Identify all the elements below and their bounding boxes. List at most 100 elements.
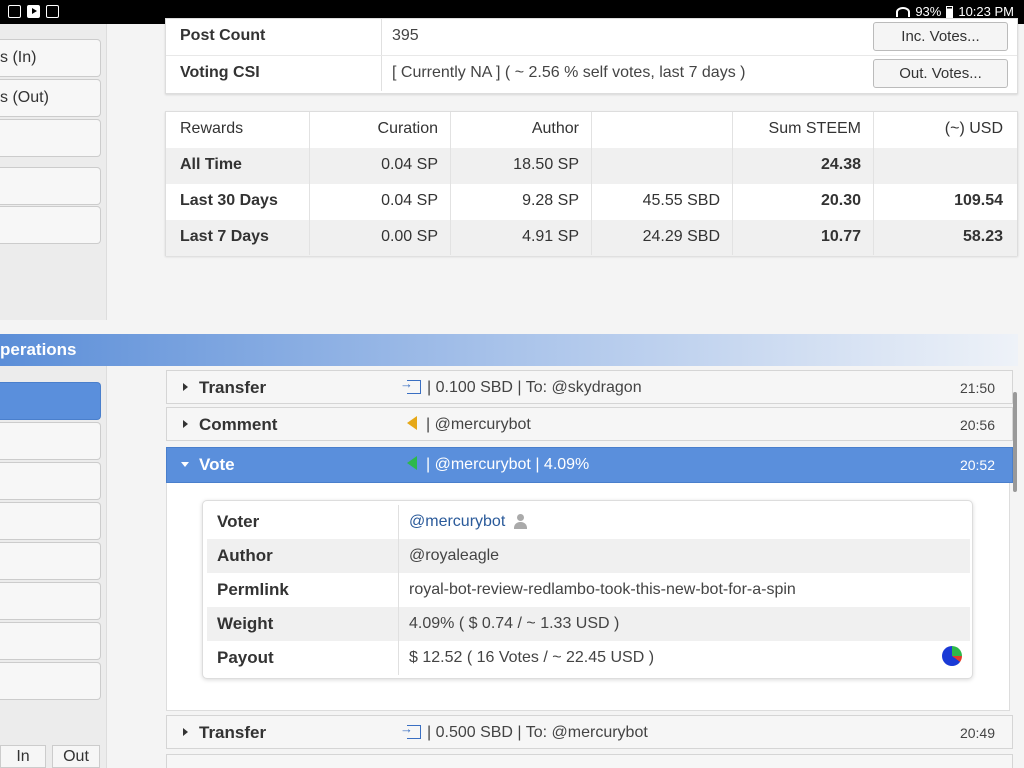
sidebar-filter-item[interactable] — [0, 582, 101, 620]
row-curation: 0.04 SP — [381, 156, 438, 173]
voter-link[interactable]: @mercurybot — [409, 513, 505, 530]
operation-desc: | 0.100 SBD | To: @skydragon — [400, 376, 642, 397]
operation-type: Transfer — [199, 723, 267, 742]
header-rewards: Rewards — [180, 120, 244, 137]
vote-icon — [407, 456, 417, 470]
voting-csi-value: [ Currently NA ] ( ~ 2.56 % self votes, … — [392, 64, 746, 81]
sidebar-filter-item[interactable] — [0, 502, 101, 540]
out-votes-button[interactable]: Out. Votes... — [873, 59, 1008, 88]
vote-detail-card: Voter @mercurybot Author @royaleagle Per… — [202, 500, 973, 679]
sidebar-item-label: s (Out) — [0, 89, 49, 106]
operation-row-partial[interactable] — [166, 754, 1013, 768]
operation-type: Vote — [199, 455, 235, 474]
sidebar-item[interactable] — [0, 167, 101, 205]
row-sbd: 24.29 SBD — [642, 228, 720, 245]
sidebar-item-in[interactable]: s (In) — [0, 39, 101, 77]
rewards-table: Rewards Curation Author Sum STEEM (~) US… — [165, 111, 1018, 256]
author-link[interactable]: @royaleagle — [409, 547, 499, 565]
operations-section-header: perations — [0, 334, 1018, 366]
operation-row-comment[interactable]: Comment | @mercurybot 20:56 — [166, 407, 1013, 441]
header-usd: (~) USD — [944, 120, 1003, 137]
weight-value: 4.09% ( $ 0.74 / ~ 1.33 USD ) — [409, 615, 620, 632]
weight-label: Weight — [217, 614, 274, 633]
detail-row-permlink: Permlink royal-bot-review-redlambo-took-… — [207, 573, 970, 607]
chevron-right-icon — [183, 728, 188, 736]
operation-desc: | @mercurybot | 4.09% — [407, 456, 589, 474]
detail-row-weight: Weight 4.09% ( $ 0.74 / ~ 1.33 USD ) — [207, 607, 970, 641]
header-sum-steem: Sum STEEM — [768, 120, 861, 137]
transfer-icon — [400, 721, 421, 739]
payout-value: $ 12.52 ( 16 Votes / ~ 22.45 USD ) — [409, 649, 655, 666]
sidebar-filter-item[interactable] — [0, 622, 101, 660]
youtube-icon — [27, 5, 40, 18]
row-label: All Time — [180, 156, 242, 173]
sidebar-filter-item[interactable] — [0, 662, 101, 700]
sidebar-item-out[interactable]: s (Out) — [0, 79, 101, 117]
row-sbd: 45.55 SBD — [642, 192, 720, 209]
operation-time: 20:49 — [959, 725, 995, 741]
permlink-link[interactable]: royal-bot-review-redlambo-took-this-new-… — [409, 581, 796, 599]
row-usd: 58.23 — [962, 228, 1003, 245]
battery-icon — [946, 5, 954, 18]
row-usd: 109.54 — [954, 192, 1003, 209]
author-label: Author — [217, 546, 273, 565]
tab-in[interactable]: In — [0, 745, 46, 768]
row-label: Last 7 Days — [180, 228, 269, 245]
permlink-label: Permlink — [217, 580, 289, 599]
voter-label: Voter — [217, 512, 260, 531]
comment-icon — [407, 416, 417, 430]
sidebar-filter-item[interactable] — [0, 462, 101, 500]
row-author: 9.28 SP — [522, 192, 579, 209]
operation-time: 21:50 — [959, 380, 995, 396]
row-sum: 20.30 — [820, 192, 861, 209]
chevron-right-icon — [183, 420, 188, 428]
post-count-label: Post Count — [180, 27, 266, 44]
sidebar-item-label: s (In) — [0, 49, 37, 66]
row-sum: 10.77 — [820, 228, 861, 245]
payout-label: Payout — [217, 648, 274, 667]
operation-row-vote[interactable]: Vote | @mercurybot | 4.09% 20:52 — [166, 447, 1013, 483]
row-curation: 0.04 SP — [381, 192, 438, 209]
account-info-card: Post Count 395 Inc. Votes... Voting CSI … — [165, 18, 1018, 94]
operation-time: 20:56 — [959, 417, 995, 433]
sidebar-top: s (In) s (Out) — [0, 24, 107, 320]
operation-row-transfer[interactable]: Transfer | 0.500 SBD | To: @mercurybot 2… — [166, 715, 1013, 749]
header-curation: Curation — [377, 120, 438, 137]
transfer-icon — [400, 376, 421, 394]
section-title: perations — [0, 340, 77, 359]
person-icon[interactable] — [513, 514, 528, 529]
scrollbar[interactable] — [1013, 392, 1017, 492]
operation-row-transfer[interactable]: Transfer | 0.100 SBD | To: @skydragon 21… — [166, 370, 1013, 404]
operation-time: 20:52 — [959, 457, 995, 473]
inc-votes-button[interactable]: Inc. Votes... — [873, 22, 1008, 51]
chevron-right-icon — [183, 383, 188, 391]
chevron-down-icon — [181, 462, 189, 467]
row-curation: 0.00 SP — [381, 228, 438, 245]
sidebar-filter-item[interactable] — [0, 382, 101, 420]
detail-row-author: Author @royaleagle — [207, 539, 970, 573]
voting-csi-row: Voting CSI [ Currently NA ] ( ~ 2.56 % s… — [166, 55, 1017, 91]
detail-row-voter: Voter @mercurybot — [207, 505, 970, 539]
post-count-row: Post Count 395 Inc. Votes... — [166, 19, 1017, 55]
operation-type: Comment — [199, 415, 278, 434]
clock: 10:23 PM — [958, 4, 1014, 19]
header-author: Author — [531, 120, 579, 137]
voting-csi-label: Voting CSI — [180, 64, 260, 81]
sidebar-item[interactable] — [0, 119, 101, 157]
download-icon — [46, 5, 59, 18]
operation-desc: | @mercurybot — [407, 416, 531, 434]
tab-out[interactable]: Out — [52, 745, 100, 768]
sidebar-bottom — [0, 366, 107, 768]
sidebar-filter-item[interactable] — [0, 542, 101, 580]
image-icon — [8, 5, 21, 18]
row-sum: 24.38 — [820, 156, 861, 173]
wifi-icon — [896, 6, 911, 17]
sidebar-filter-item[interactable] — [0, 422, 101, 460]
operation-type: Transfer — [199, 378, 267, 397]
post-count-value: 395 — [392, 27, 419, 44]
detail-row-payout: Payout $ 12.52 ( 16 Votes / ~ 22.45 USD … — [207, 641, 970, 675]
battery-percent: 93% — [915, 4, 942, 19]
sidebar-item[interactable] — [0, 206, 101, 244]
pie-chart-icon[interactable] — [942, 646, 962, 666]
operation-desc: | 0.500 SBD | To: @mercurybot — [400, 721, 648, 742]
